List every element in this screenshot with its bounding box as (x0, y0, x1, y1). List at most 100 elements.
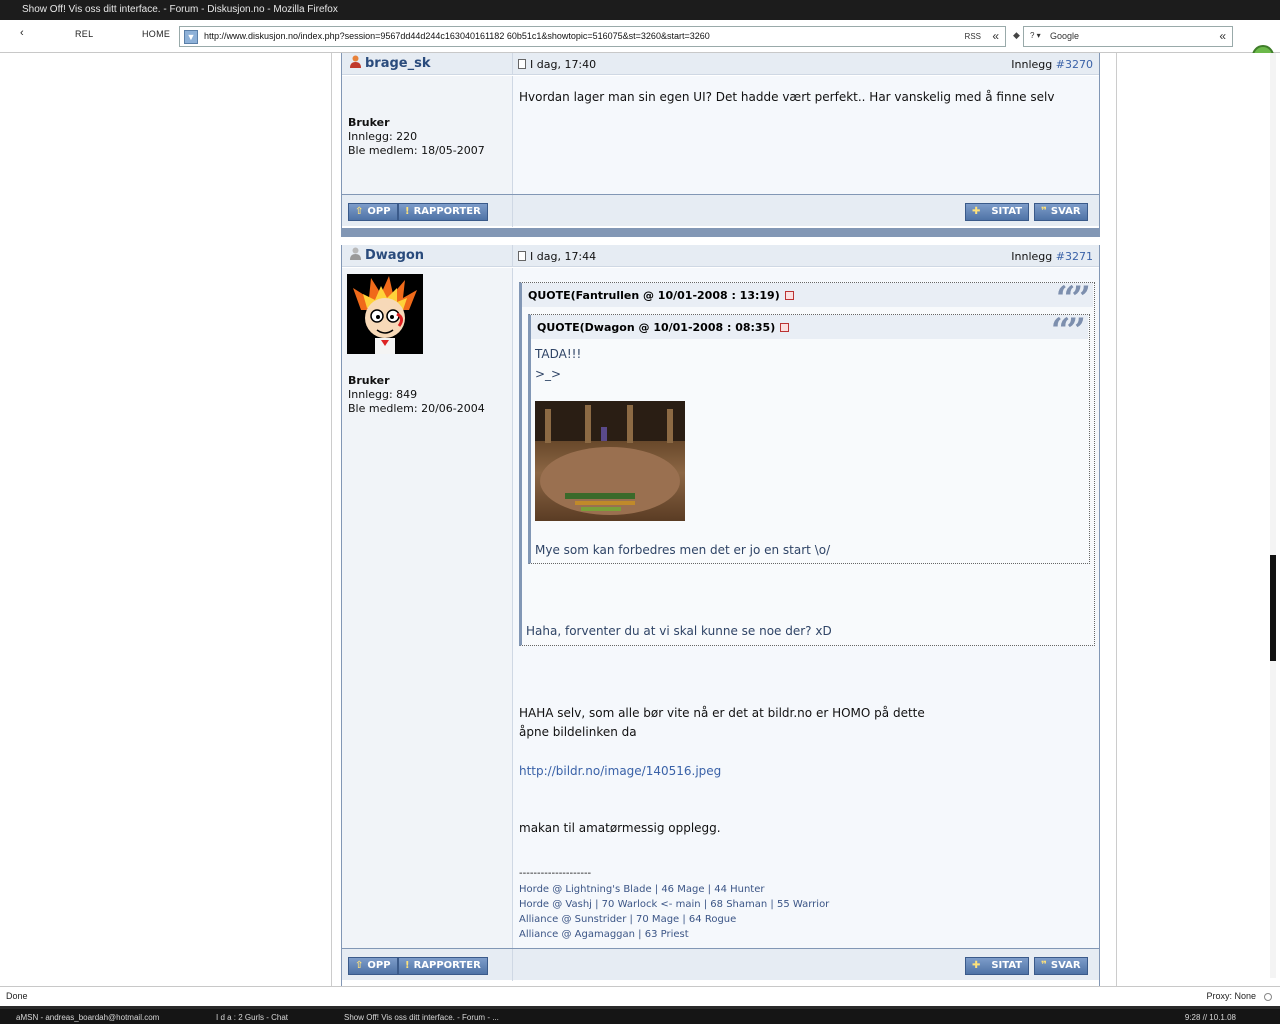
game-screenshot[interactable] (535, 401, 685, 521)
taskbar-clock: 9:28 // 10.1.08 (1184, 1013, 1236, 1022)
plus-icon: ✚ (972, 960, 981, 971)
post-body-line: HAHA selv, som alle bør vite nå er det a… (519, 706, 925, 720)
post-3270: brage_sk I dag, 17:40 Innlegg #3270 Bruk… (341, 53, 1100, 228)
proxy-status[interactable]: Proxy: None (1206, 991, 1256, 1001)
reply-button[interactable]: ❞ SVAR (1034, 957, 1088, 975)
exclamation-icon: ! (405, 206, 410, 217)
quote-outer: QUOTE(Fantrullen @ 10/01-2008 : 13:19) “… (519, 279, 1095, 646)
post-number-link[interactable]: #3271 (1056, 250, 1093, 263)
arrow-up-icon: ⇧ (355, 206, 364, 217)
quote-marks-icon: “” (1050, 311, 1086, 351)
user-group: Bruker (348, 374, 390, 387)
view-post-icon[interactable] (784, 291, 794, 300)
plus-icon: ✚ (972, 206, 981, 217)
user-info: Bruker Innlegg: 220 Ble medlem: 18/05-20… (348, 116, 485, 158)
back-button[interactable]: ‹ (20, 27, 24, 39)
taskbar-item-chat[interactable]: I d a : 2 Gurls - Chat (216, 1013, 288, 1022)
status-text: Done (6, 991, 28, 1001)
image-link[interactable]: http://bildr.no/image/140516.jpeg (519, 761, 721, 781)
document-icon (518, 59, 526, 69)
taskbar: aMSN - andreas_boardah@hotmail.com I d a… (0, 1006, 1280, 1024)
signature-rule: -------------------- (519, 868, 592, 879)
up-button[interactable]: ⇧ OPP (348, 957, 398, 975)
reply-button[interactable]: ❞ SVAR (1034, 203, 1088, 221)
post-author[interactable]: brage_sk (350, 55, 431, 71)
quote-marks-icon: ❞ (1041, 960, 1047, 971)
post-separator (341, 228, 1100, 237)
user-online-icon (350, 55, 361, 68)
signature-line: Horde @ Vashj | 70 Warlock <- main | 68 … (519, 899, 830, 910)
status-indicator-icon (1264, 993, 1272, 1001)
post-author[interactable]: Dwagon (350, 247, 424, 263)
post-3271: Dwagon I dag, 17:44 Innlegg #3271 Bruker… (341, 245, 1100, 986)
message-column: Hvordan lager man sin egen UI? Det hadde… (513, 76, 1099, 195)
reload-button[interactable]: REL (75, 29, 93, 39)
signature-line: Alliance @ Sunstrider | 70 Mage | 64 Rog… (519, 914, 737, 925)
user-info: Bruker Innlegg: 849 Ble medlem: 20/06-20… (348, 374, 485, 416)
user-joined: Ble medlem: 20/06-2004 (348, 402, 485, 415)
search-placeholder: Google (1050, 31, 1080, 41)
quote-header: QUOTE(Dwagon @ 10/01-2008 : 08:35) “” (531, 311, 1088, 351)
url-text[interactable]: http://www.diskusjon.no/index.php?sessio… (204, 31, 710, 41)
post-number: Innlegg #3271 (1011, 250, 1093, 263)
quote-text: Haha, forventer du at vi skal kunne se n… (526, 624, 832, 638)
search-go-button[interactable]: « (1219, 29, 1226, 43)
avatar[interactable] (347, 274, 423, 354)
post-body-line: åpne bildelinken da (519, 725, 637, 739)
document-icon (518, 251, 526, 261)
url-bar[interactable]: ▼ http://www.diskusjon.no/index.php?sess… (179, 26, 1006, 47)
author-name[interactable]: brage_sk (365, 56, 431, 71)
window-title: Show Off! Vis oss ditt interface. - Foru… (0, 0, 1280, 20)
rss-button[interactable]: RSS (965, 32, 981, 41)
exclamation-icon: ! (405, 960, 410, 971)
post-number: Innlegg #3270 (1011, 58, 1093, 71)
user-info-column: Bruker Innlegg: 220 Ble medlem: 18/05-20… (342, 76, 513, 195)
search-dropdown-icon[interactable]: ◆ (1013, 30, 1020, 41)
post-date: I dag, 17:44 (518, 250, 596, 263)
post-date: I dag, 17:40 (518, 58, 596, 71)
view-post-icon[interactable] (780, 323, 790, 332)
post-number-link[interactable]: #3270 (1056, 58, 1093, 71)
quote-inner: QUOTE(Dwagon @ 10/01-2008 : 08:35) “” TA… (528, 311, 1090, 564)
page-border-left (331, 53, 332, 986)
post-body-line: makan til amatørmessig opplegg. (519, 821, 721, 835)
quote-header: QUOTE(Fantrullen @ 10/01-2008 : 13:19) “… (522, 279, 1093, 319)
quote-button[interactable]: ✚ SITAT (965, 957, 1030, 975)
scrollbar-thumb[interactable] (1270, 555, 1276, 661)
user-info-column: Bruker Innlegg: 849 Ble medlem: 20/06-20… (342, 268, 513, 949)
post-header: brage_sk I dag, 17:40 Innlegg #3270 (342, 53, 1099, 75)
nav-toolbar: ‹ REL HOME ▼ http://www.diskusjon.no/ind… (0, 20, 1280, 67)
post-header: Dwagon I dag, 17:44 Innlegg #3271 (342, 245, 1099, 267)
author-name[interactable]: Dwagon (365, 248, 424, 263)
user-post-count: Innlegg: 849 (348, 388, 418, 401)
search-input[interactable]: ? ▾ Google « (1023, 26, 1233, 47)
quote-text: >_> (535, 367, 562, 381)
taskbar-item-firefox[interactable]: Show Off! Vis oss ditt interface. - Foru… (344, 1013, 499, 1022)
home-button[interactable]: HOME (142, 29, 170, 39)
page-border-right (1116, 53, 1117, 986)
quote-text: TADA!!! (535, 347, 582, 361)
quote-text: Mye som kan forbedres men det er jo en s… (535, 543, 831, 557)
user-offline-icon (350, 247, 361, 260)
user-joined: Ble medlem: 18/05-2007 (348, 144, 485, 157)
post-footer: ⇧ OPP ! RAPPORTER ✚ SITAT ❞ SVAR (342, 948, 1099, 981)
post-body: Hvordan lager man sin egen UI? Det hadde… (519, 90, 1055, 104)
up-button[interactable]: ⇧ OPP (348, 203, 398, 221)
quote-button[interactable]: ✚ SITAT (965, 203, 1030, 221)
signature-line: Alliance @ Agamaggan | 63 Priest (519, 929, 689, 940)
quote-title: QUOTE(Fantrullen @ 10/01-2008 : 13:19) (528, 289, 794, 302)
report-button[interactable]: ! RAPPORTER (398, 203, 488, 221)
url-go-button[interactable]: « (992, 29, 999, 43)
page-scrollbar[interactable] (1270, 53, 1276, 978)
post-footer: ⇧ OPP ! RAPPORTER ✚ SITAT ❞ SVAR (342, 194, 1099, 227)
user-post-count: Innlegg: 220 (348, 130, 418, 143)
taskbar-item-amsn[interactable]: aMSN - andreas_boardah@hotmail.com (16, 1013, 159, 1022)
site-favicon-icon: ▼ (184, 30, 198, 44)
quote-title: QUOTE(Dwagon @ 10/01-2008 : 08:35) (537, 321, 790, 334)
status-bar: Done Proxy: None (0, 986, 1280, 1006)
message-column: QUOTE(Fantrullen @ 10/01-2008 : 13:19) “… (513, 268, 1099, 949)
report-button[interactable]: ! RAPPORTER (398, 957, 488, 975)
quote-marks-icon: ❞ (1041, 206, 1047, 217)
search-engine-selector[interactable]: ? ▾ (1030, 31, 1041, 40)
arrow-up-icon: ⇧ (355, 960, 364, 971)
